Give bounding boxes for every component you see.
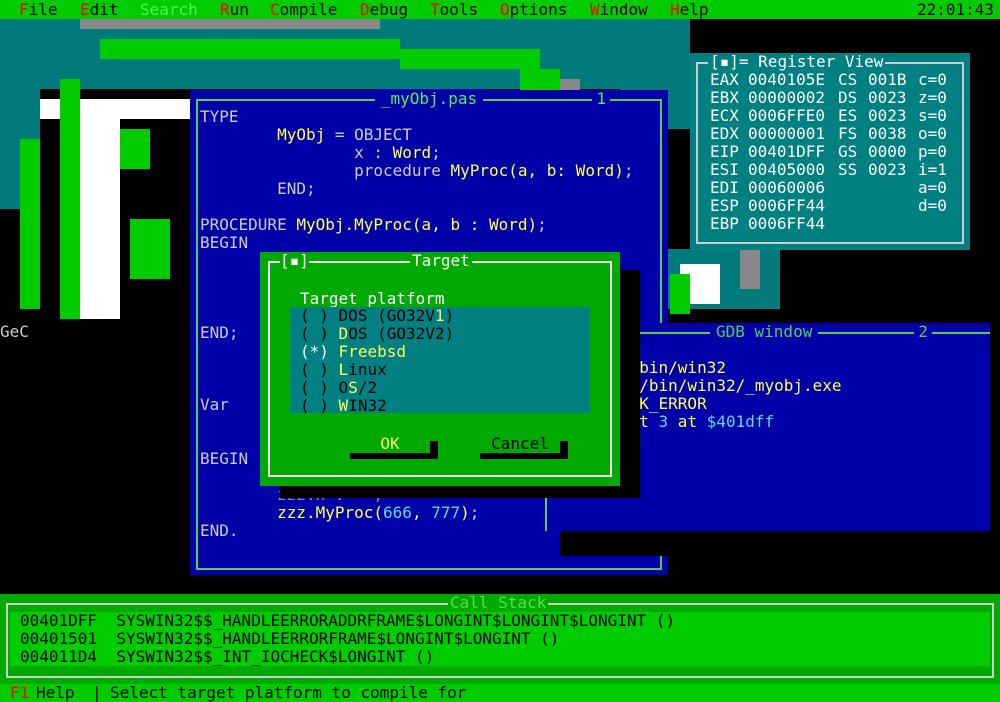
gdb-shadow [560, 531, 1000, 556]
code-line: zzz.MyProc(666, 777); [277, 503, 480, 522]
segment-name: CS [838, 70, 858, 89]
cancel-button[interactable]: Cancel [480, 435, 568, 459]
segment-name: ES [838, 106, 858, 125]
flag-value: c=0 [918, 70, 947, 89]
radio-dos-go32v1[interactable]: ( ) DOS (GO32V1) [300, 307, 454, 325]
register-value: 0040105E [748, 70, 826, 89]
menu-help[interactable]: Help [670, 0, 709, 19]
desktop-label: GeC [0, 322, 29, 341]
radio-dos-go32v2[interactable]: ( ) DOS (GO32V2) [300, 325, 454, 343]
close-icon[interactable]: [▪] [710, 52, 739, 71]
gdb-line: pp/bin/win32/_myobj.exe [620, 376, 842, 395]
register-value: 00401DFF [748, 142, 826, 161]
menu-tools[interactable]: Tools [430, 0, 478, 19]
f1-key[interactable]: F1 [10, 684, 29, 702]
register-value: 00405000 [748, 160, 826, 179]
register-value: 0006FF44 [748, 214, 826, 233]
call-stack-list: 00401DFF SYSWIN32$$_HANDLEERRORADDRFRAME… [10, 612, 990, 666]
register-name: ECX [710, 106, 739, 125]
code-line: procedure MyProc(a, b: Word); [200, 161, 634, 180]
segment-value: 0023 [868, 106, 907, 125]
segment-name: DS [838, 88, 858, 107]
flag-value: o=0 [918, 124, 947, 143]
flag-value: d=0 [918, 196, 947, 215]
clock: 22:01:43 [916, 0, 994, 19]
code-line: MyObj = OBJECT [277, 125, 412, 144]
stack-frame[interactable]: 00401DFF SYSWIN32$$_HANDLEERRORADDRFRAME… [20, 612, 675, 630]
register-name: EBX [710, 88, 739, 107]
segment-value: 0023 [868, 160, 907, 179]
register-name: EDI [710, 178, 739, 197]
flag-value: s=0 [918, 106, 947, 125]
target-dialog[interactable]: [▪] Target Target platform ( ) DOS (GO32… [260, 252, 620, 486]
code-line: x : Word; [200, 143, 441, 162]
register-name: EAX [710, 70, 739, 89]
menu-compile[interactable]: Compile [270, 0, 337, 19]
flag-value: i=1 [918, 160, 947, 179]
segment-value: 0000 [868, 142, 907, 161]
stack-frame[interactable]: 00401501 SYSWIN32$$_HANDLEERRORFRAME$LON… [20, 630, 559, 648]
menu-window[interactable]: Window [590, 0, 648, 19]
menu-search[interactable]: Search [140, 0, 198, 19]
flag-value: p=0 [918, 142, 947, 161]
code-line: END; [200, 179, 316, 198]
code-line: TYPE [200, 107, 239, 126]
register-value: 00000001 [748, 124, 826, 143]
menu-debug[interactable]: Debug [360, 0, 408, 19]
code-line: BEGIN [200, 449, 249, 468]
target-platform-radio-group[interactable]: ( ) DOS (GO32V1) ( ) DOS (GO32V2) (*) Fr… [290, 307, 590, 415]
register-name: EBP [710, 214, 739, 233]
gdb-title: GDB window [710, 323, 819, 341]
code-line: END; [200, 323, 239, 342]
menu-file[interactable]: File [19, 0, 58, 19]
flag-value: z=0 [918, 88, 947, 107]
status-message: Select target platform to compile for [110, 683, 467, 702]
segment-name: FS [838, 124, 858, 143]
register-value: 0006FF44 [748, 196, 826, 215]
register-name: EIP [710, 142, 739, 161]
close-icon[interactable]: [▪] [280, 252, 309, 270]
menu-bar: File Edit Search Run Compile Debug Tools… [0, 0, 1000, 19]
radio-freebsd[interactable]: (*) Freebsd [300, 343, 406, 361]
status-separator: | [92, 683, 102, 702]
register-value: 00060006 [748, 178, 826, 197]
code-line: BEGIN [200, 233, 249, 252]
segment-name: GS [838, 142, 858, 161]
register-value: 00000002 [748, 88, 826, 107]
code-line: END. [200, 521, 239, 540]
segment-value: 001B [868, 70, 907, 89]
code-line: PROCEDURE MyObj.MyProc(a, b : Word); [200, 215, 547, 234]
register-name: ESP [710, 196, 739, 215]
menu-edit[interactable]: Edit [80, 0, 119, 19]
menu-run[interactable]: Run [220, 0, 249, 19]
dialog-title: Target [410, 251, 472, 270]
ok-button[interactable]: OK [350, 435, 438, 459]
radio-os2[interactable]: ( ) OS/2 [300, 379, 377, 397]
stack-frame[interactable]: 004011D4 SYSWIN32$$_INT_IOCHECK$LONGINT … [20, 648, 434, 666]
register-name: ESI [710, 160, 739, 179]
code-line: Var [200, 395, 229, 414]
radio-win32[interactable]: ( ) WIN32 [300, 397, 387, 415]
status-bar: F1 Help | Select target platform to comp… [0, 684, 1000, 702]
radio-linux[interactable]: ( ) Linux [300, 361, 387, 379]
call-stack-window[interactable]: Call Stack 00401DFF SYSWIN32$$_HANDLEERR… [0, 594, 1000, 684]
gdb-line: int 3 at $401dff [620, 412, 775, 431]
segment-value: 0023 [868, 88, 907, 107]
segment-value: 0038 [868, 124, 907, 143]
register-view-window[interactable]: [▪]= Register View EAX 0040105E CS 001B c=0 E… [690, 53, 970, 250]
segment-name: SS [838, 160, 858, 179]
register-view-title: [▪]= Register View [708, 52, 886, 71]
gdb-window-number: 2 [914, 323, 932, 341]
menu-options[interactable]: Options [500, 0, 567, 19]
editor-window-number: 1 [592, 90, 610, 108]
flag-value: a=0 [918, 178, 947, 197]
call-stack-title: Call Stack [448, 593, 549, 612]
help-label[interactable]: Help [36, 684, 75, 702]
register-value: 0006FFE0 [748, 106, 826, 125]
register-name: EDX [710, 124, 739, 143]
